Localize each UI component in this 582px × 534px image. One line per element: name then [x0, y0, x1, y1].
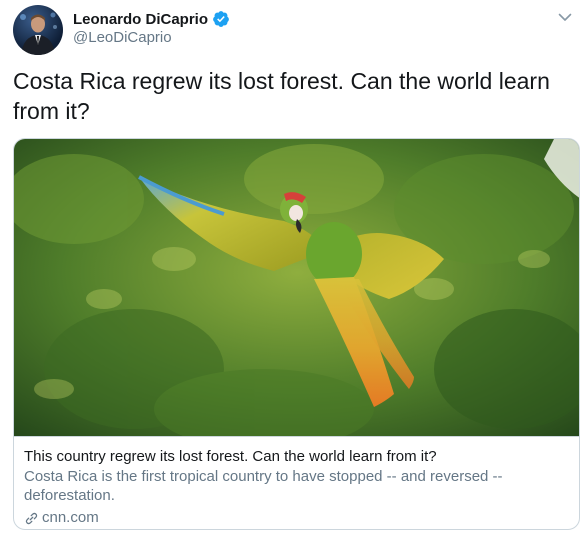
card-image — [14, 139, 579, 436]
card-domain[interactable]: cnn.com — [24, 508, 99, 528]
author-handle[interactable]: @LeoDiCaprio — [73, 29, 172, 46]
avatar-photo — [20, 12, 57, 55]
macaw-photo — [14, 139, 579, 436]
avatar[interactable] — [13, 5, 63, 55]
link-card[interactable]: This country regrew its lost forest. Can… — [13, 138, 580, 530]
card-title: This country regrew its lost forest. Can… — [24, 448, 437, 465]
tweet-text: Costa Rica regrew its lost forest. Can t… — [13, 68, 550, 124]
tweet: Leonardo DiCaprio @LeoDiCaprio Costa Ric… — [0, 0, 582, 534]
card-divider — [14, 436, 579, 437]
card-domain-text: cnn.com — [42, 509, 99, 526]
author-name[interactable]: Leonardo DiCaprio — [73, 11, 208, 28]
chevron-down-icon[interactable] — [556, 8, 574, 26]
author-row: Leonardo DiCaprio — [73, 10, 230, 28]
verified-badge-icon — [213, 11, 229, 27]
link-icon — [25, 512, 38, 524]
card-description: Costa Rica is the first tropical country… — [24, 468, 503, 504]
